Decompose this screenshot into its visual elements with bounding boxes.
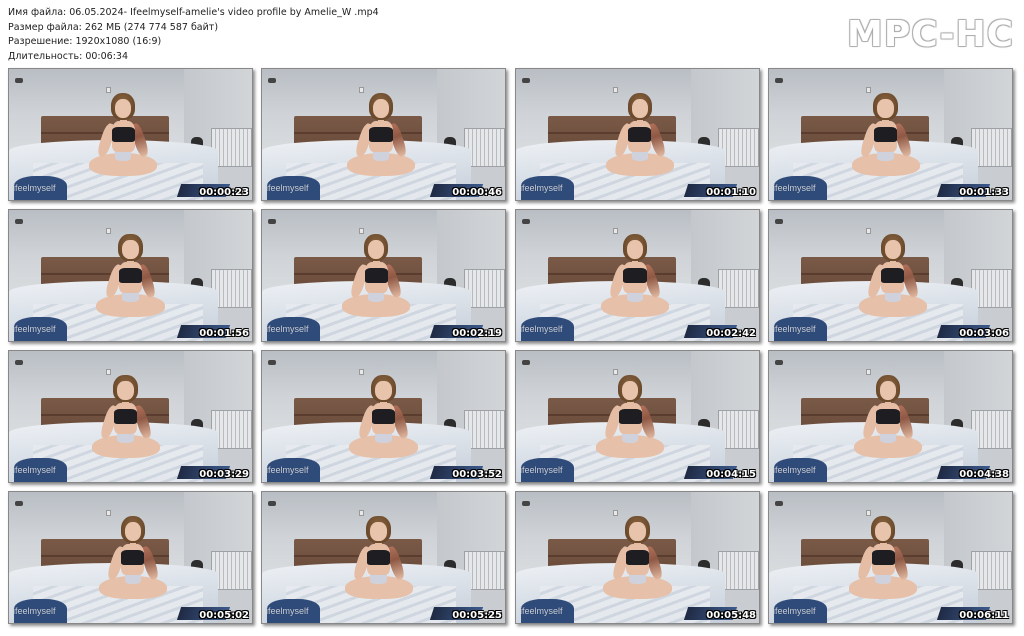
camera-icon [268,501,276,506]
watermark-text: ifeelmyself [266,324,309,334]
thumbnail-timestamp: 00:02:42 [706,328,756,339]
thumbnail-timestamp: 00:01:33 [959,187,1009,198]
thumbnail-timestamp: 00:05:02 [199,610,249,621]
camera-icon [268,219,276,224]
watermark-text: ifeelmyself [520,465,563,475]
thumbnail-frame-image [262,351,505,482]
camera-icon [268,78,276,83]
video-thumbnail[interactable]: ifeelmyself 00:04:15 [515,350,760,483]
thumbnail-frame-image [9,351,252,482]
camera-icon [522,360,530,365]
thumbnail-frame-image [769,492,1012,623]
watermark-text: ifeelmyself [520,606,563,616]
thumbnail-timestamp: 00:01:10 [706,187,756,198]
thumbnail-frame-image [262,492,505,623]
watermark-text: ifeelmyself [773,324,816,334]
watermark-text: ifeelmyself [13,465,56,475]
thumbnail-frame-image [9,69,252,200]
thumbnail-timestamp: 00:00:46 [452,187,502,198]
video-thumbnail[interactable]: ifeelmyself 00:06:11 [768,491,1013,624]
camera-icon [268,360,276,365]
video-thumbnail[interactable]: ifeelmyself 00:05:25 [261,491,506,624]
video-thumbnail[interactable]: ifeelmyself 00:03:52 [261,350,506,483]
camera-icon [522,219,530,224]
watermark-text: ifeelmyself [773,606,816,616]
thumbnail-frame-image [9,210,252,341]
thumbnail-timestamp: 00:04:38 [959,469,1009,480]
thumbnail-timestamp: 00:03:29 [199,469,249,480]
camera-icon [15,219,23,224]
thumbnail-timestamp: 00:05:25 [452,610,502,621]
thumbnail-grid: ifeelmyself 00:00:23 ifeelmyself 00:00:46 if… [0,0,1024,636]
watermark-text: ifeelmyself [13,324,56,334]
video-thumbnail[interactable]: ifeelmyself 00:00:46 [261,68,506,201]
thumbnail-timestamp: 00:06:11 [959,610,1009,621]
watermark-text: ifeelmyself [773,183,816,193]
camera-icon [15,78,23,83]
thumbnail-frame-image [769,210,1012,341]
video-thumbnail[interactable]: ifeelmyself 00:01:10 [515,68,760,201]
video-thumbnail[interactable]: ifeelmyself 00:01:56 [8,209,253,342]
video-thumbnail[interactable]: ifeelmyself 00:03:06 [768,209,1013,342]
watermark-text: ifeelmyself [266,465,309,475]
camera-icon [522,501,530,506]
thumbnail-timestamp: 00:04:15 [706,469,756,480]
thumbnail-frame-image [516,210,759,341]
video-thumbnail[interactable]: ifeelmyself 00:00:23 [8,68,253,201]
camera-icon [775,501,783,506]
camera-icon [15,360,23,365]
video-thumbnail[interactable]: ifeelmyself 00:05:48 [515,491,760,624]
thumbnail-timestamp: 00:05:48 [706,610,756,621]
thumbnail-frame-image [262,210,505,341]
camera-icon [775,78,783,83]
camera-icon [522,78,530,83]
thumbnail-frame-image [262,69,505,200]
thumbnail-timestamp: 00:02:19 [452,328,502,339]
video-thumbnail[interactable]: ifeelmyself 00:05:02 [8,491,253,624]
watermark-text: ifeelmyself [520,324,563,334]
video-thumbnail[interactable]: ifeelmyself 00:04:38 [768,350,1013,483]
camera-icon [775,219,783,224]
watermark-text: ifeelmyself [773,465,816,475]
camera-icon [775,360,783,365]
thumbnail-frame-image [516,69,759,200]
video-thumbnail[interactable]: ifeelmyself 00:02:19 [261,209,506,342]
video-thumbnail[interactable]: ifeelmyself 00:02:42 [515,209,760,342]
watermark-text: ifeelmyself [13,606,56,616]
video-thumbnail[interactable]: ifeelmyself 00:01:33 [768,68,1013,201]
thumbnail-frame-image [769,69,1012,200]
watermark-text: ifeelmyself [13,183,56,193]
thumbnail-frame-image [516,351,759,482]
watermark-text: ifeelmyself [266,606,309,616]
thumbnail-frame-image [769,351,1012,482]
watermark-text: ifeelmyself [520,183,563,193]
thumbnail-timestamp: 00:03:52 [452,469,502,480]
thumbnail-timestamp: 00:00:23 [199,187,249,198]
thumbnail-frame-image [9,492,252,623]
camera-icon [15,501,23,506]
thumbnail-frame-image [516,492,759,623]
video-thumbnail[interactable]: ifeelmyself 00:03:29 [8,350,253,483]
watermark-text: ifeelmyself [266,183,309,193]
thumbnail-timestamp: 00:01:56 [199,328,249,339]
thumbnail-timestamp: 00:03:06 [959,328,1009,339]
